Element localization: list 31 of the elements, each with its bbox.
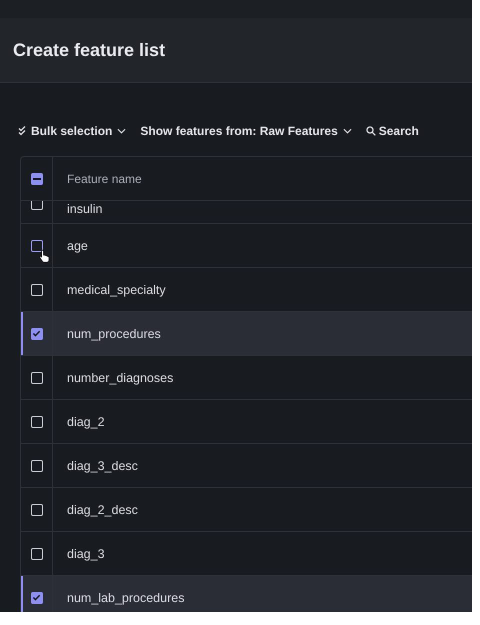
dropdown-button[interactable]: Bulk selection <box>18 124 126 138</box>
feature-name: age <box>67 238 88 252</box>
selected-row[interactable]: num_lab_procedures <box>21 576 472 612</box>
checkbox[interactable] <box>30 416 42 428</box>
feature-name: diag_2 <box>67 414 105 428</box>
checkbox[interactable] <box>30 284 42 296</box>
search-button[interactable]: Search <box>366 124 419 138</box>
double-check-icon <box>18 126 28 136</box>
search-icon <box>366 126 376 136</box>
checkbox[interactable] <box>30 460 42 472</box>
column-header: Feature name <box>66 170 142 188</box>
feature-name: diag_2_desc <box>67 502 138 516</box>
feature-name: number_diagnoses <box>67 370 174 384</box>
checkbox[interactable] <box>30 592 42 604</box>
page-title: Create feature list <box>13 40 166 60</box>
checkbox[interactable] <box>30 172 42 184</box>
chevron-down-icon <box>342 128 352 134</box>
checkbox[interactable] <box>30 504 42 516</box>
feature-name: num_lab_procedures <box>67 590 184 604</box>
feature-name: diag_3 <box>67 546 105 560</box>
feature-name: medical_specialty <box>67 282 166 296</box>
selected-row[interactable]: num_procedures <box>21 312 472 356</box>
checkbox[interactable] <box>30 328 42 340</box>
dropdown-button[interactable]: Show features from: Raw Features <box>140 124 352 138</box>
feature-name: diag_3_desc <box>67 458 138 472</box>
checkbox[interactable] <box>30 548 42 560</box>
chevron-down-icon <box>117 128 126 134</box>
feature-name: insulin <box>67 202 102 216</box>
checkbox[interactable] <box>30 201 42 210</box>
checkbox[interactable] <box>30 372 42 384</box>
feature-name: num_procedures <box>67 326 161 340</box>
